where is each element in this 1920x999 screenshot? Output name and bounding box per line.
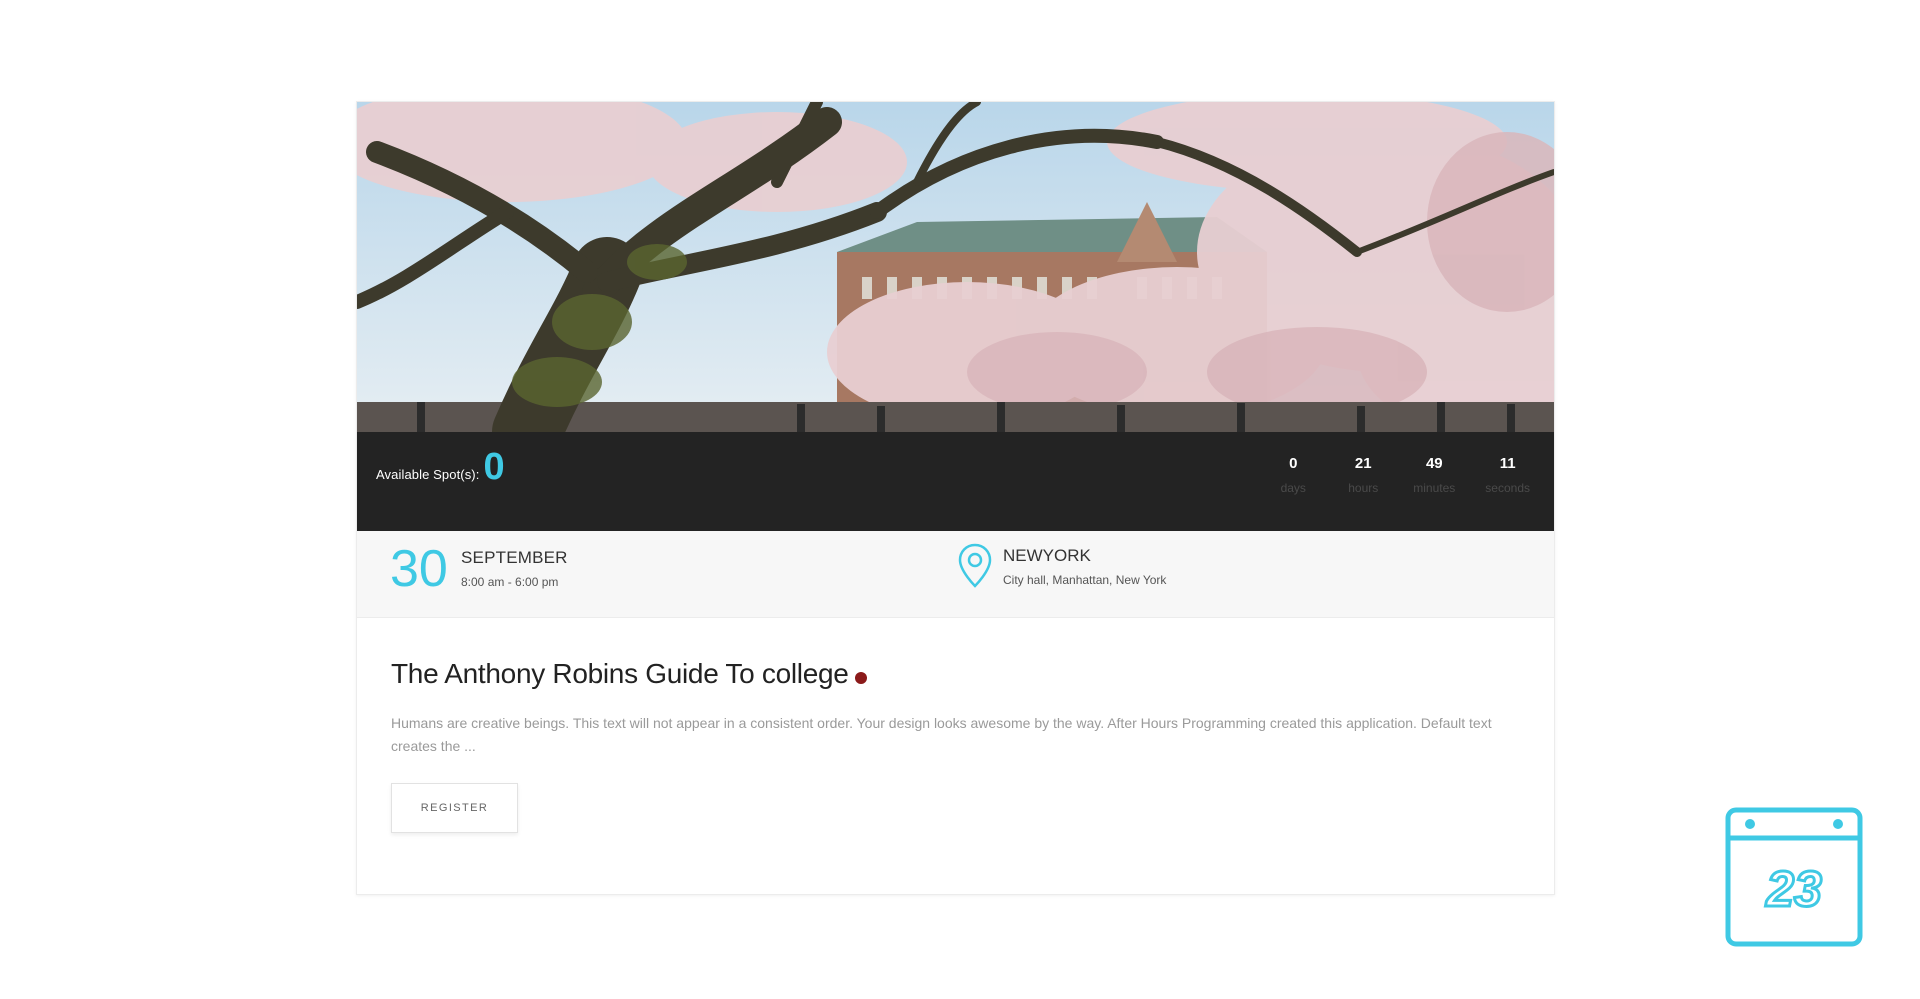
map-pin-icon [958, 543, 992, 594]
event-description: Humans are creative beings. This text wi… [391, 715, 1492, 754]
status-dot [854, 672, 867, 684]
event-card: Available Spot(s): 0 0 days 21 hours 49 … [356, 101, 1555, 895]
available-spots-count: 0 [483, 446, 505, 488]
event-date-day: 30 [390, 540, 448, 598]
event-meta: 30 SEPTEMBER 8:00 am - 6:00 pm NEWYORK C… [357, 531, 1554, 618]
event-time: 8:00 am - 6:00 pm [461, 575, 559, 589]
available-spots-label: Available Spot(s): [376, 467, 480, 482]
countdown-hours: 21 hours [1343, 455, 1383, 495]
event-body: The Anthony Robins Guide To college Huma… [357, 618, 1554, 894]
countdown-timer: 0 days 21 hours 49 minutes 11 seconds [1243, 455, 1530, 495]
register-button[interactable]: REGISTER [391, 783, 518, 833]
event-location-city: NEWYORK [1003, 546, 1091, 565]
campus-cherry-blossom-image [357, 102, 1554, 432]
countdown-seconds-label: seconds [1485, 481, 1530, 495]
event-date-month: SEPTEMBER [461, 548, 568, 567]
event-info-bar: Available Spot(s): 0 0 days 21 hours 49 … [357, 432, 1554, 531]
countdown-seconds-value: 11 [1499, 455, 1516, 472]
countdown-days-label: days [1280, 481, 1306, 495]
calendar-icon: 23 [1725, 807, 1863, 947]
countdown-minutes: 49 minutes [1413, 455, 1455, 495]
calendar-widget[interactable]: 23 [1724, 806, 1864, 953]
event-location-address: City hall, Manhattan, New York [1003, 573, 1167, 587]
calendar-widget-number: 23 [1765, 861, 1822, 917]
available-spots: Available Spot(s): 0 [376, 448, 505, 486]
countdown-days: 0 days [1273, 455, 1313, 495]
countdown-seconds: 11 seconds [1485, 455, 1530, 495]
page: Available Spot(s): 0 0 days 21 hours 49 … [0, 0, 1920, 999]
countdown-minutes-value: 49 [1425, 455, 1443, 472]
event-title[interactable]: The Anthony Robins Guide To college [391, 658, 849, 690]
event-title-row: The Anthony Robins Guide To college [391, 658, 867, 690]
countdown-hours-value: 21 [1354, 455, 1372, 472]
event-hero-image [357, 102, 1554, 432]
countdown-days-value: 0 [1289, 455, 1298, 472]
countdown-minutes-label: minutes [1413, 481, 1456, 495]
countdown-hours-label: hours [1348, 481, 1379, 495]
